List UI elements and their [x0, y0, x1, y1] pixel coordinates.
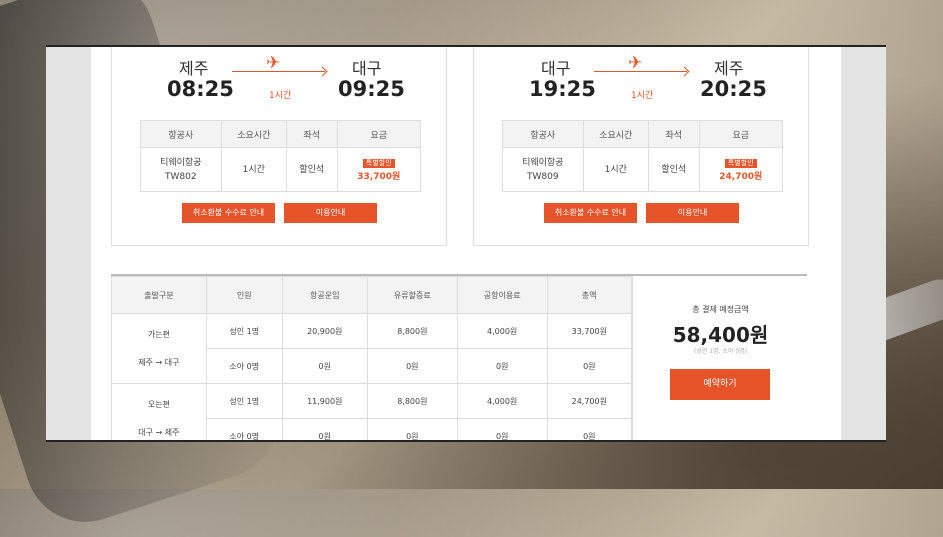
airplane-icon: ✈	[266, 53, 281, 73]
col-direction: 출발구분	[111, 276, 207, 314]
fare-breakdown-table: 출발구분 인원 항공운임 유류할증료 공항이용료 총액 가는편 제주 → 대구 …	[111, 276, 633, 440]
col-airline: 항공사	[502, 120, 584, 148]
base-fare-cell: 0원	[281, 418, 368, 440]
passenger-cell: 소아 0명	[205, 348, 283, 384]
table-row: 가는편 제주 → 대구 성인 1명 20,900원 8,800원 4,000원 …	[111, 313, 633, 384]
fare-cell: 특별할인 33,700원	[336, 147, 422, 192]
duration-cell: 1시간	[582, 147, 650, 192]
passenger-cell: 소아 0명	[205, 418, 283, 440]
col-duration: 소요시간	[582, 120, 650, 148]
fare-summary: 출발구분 인원 항공운임 유류할증료 공항이용료 총액 가는편 제주 → 대구 …	[111, 274, 808, 440]
usage-guide-button[interactable]: 이용안내	[284, 203, 377, 223]
total-cell: 0원	[546, 418, 633, 440]
airplane-icon: ✈	[628, 53, 643, 73]
duration-cell: 1시간	[220, 147, 288, 192]
inbound-from-city: 대구	[541, 59, 571, 78]
col-airport-fee: 공항이용료	[456, 276, 548, 314]
inbound-arrive-time: 20:25	[700, 77, 767, 101]
inbound-to-city: 제주	[714, 59, 744, 78]
total-cell: 0원	[546, 348, 633, 384]
special-discount-badge: 특별할인	[724, 158, 757, 168]
book-button[interactable]: 예약하기	[670, 369, 770, 400]
col-fare: 요금	[698, 120, 784, 148]
airport-fee-cell: 0원	[456, 418, 548, 440]
col-fare: 요금	[336, 120, 422, 148]
fuel-cell: 0원	[366, 348, 458, 384]
airline-name: 티웨이항공	[160, 157, 202, 168]
total-label: 총 결제 예정금액	[692, 305, 749, 314]
outbound-depart-time: 08:25	[167, 77, 234, 101]
seat-cell: 할인석	[286, 147, 338, 192]
fuel-cell: 8,800원	[366, 383, 458, 419]
inbound-route: 대구 → 제주	[138, 427, 180, 437]
table-row: 오는편 대구 → 제주 성인 1명 11,900원 8,800원 4,000원 …	[111, 383, 633, 440]
airport-fee-cell: 4,000원	[456, 383, 548, 419]
fare-price: 24,700원	[719, 171, 763, 182]
passenger-cell: 성인 1명	[205, 383, 283, 419]
fare-price: 33,700원	[357, 171, 401, 182]
inbound-flight-card: 대구 19:25 ✈ 1시간 제주 20:25 항공사 소요시간 좌석 요금 티…	[473, 47, 809, 246]
outbound-arrive-time: 09:25	[338, 77, 405, 101]
inbound-label: 오는편	[147, 399, 170, 409]
col-total: 총액	[546, 276, 633, 314]
fuel-cell: 8,800원	[366, 313, 458, 349]
table-row: 티웨이항공 TW802 1시간 할인석 특별할인 33,700원	[140, 147, 422, 192]
refund-fee-button[interactable]: 취소환불 수수료 안내	[182, 203, 275, 223]
col-passengers: 인원	[205, 276, 283, 314]
col-seat: 좌석	[648, 120, 700, 148]
outbound-flight-card: 제주 08:25 ✈ 1시간 대구 09:25 항공사 소요시간 좌석 요금 티…	[111, 47, 447, 246]
table-row: 티웨이항공 TW809 1시간 할인석 특별할인 24,700원	[502, 147, 784, 192]
outbound-route: 제주 → 대구	[138, 357, 180, 367]
passenger-summary: (성인 1명, 소아 0명)	[693, 348, 748, 355]
refund-fee-button[interactable]: 취소환불 수수료 안내	[544, 203, 637, 223]
outbound-to-city: 대구	[352, 59, 382, 78]
total-amount: 58,400원	[672, 323, 769, 347]
col-seat: 좌석	[286, 120, 338, 148]
booking-sheet: 제주 08:25 ✈ 1시간 대구 09:25 항공사 소요시간 좌석 요금 티…	[46, 45, 886, 442]
outbound-from-city: 제주	[179, 59, 209, 78]
airport-fee-cell: 4,000원	[456, 313, 548, 349]
flight-number: TW809	[526, 171, 559, 182]
route-arrow	[594, 71, 687, 72]
base-fare-cell: 0원	[281, 348, 368, 384]
col-base-fare: 항공운임	[281, 276, 368, 314]
outbound-direction-cell: 가는편 제주 → 대구	[111, 313, 207, 384]
passenger-cell: 성인 1명	[205, 313, 283, 349]
col-fuel-surcharge: 유류할증료	[366, 276, 458, 314]
outbound-label: 가는편	[147, 329, 170, 339]
total-payment-panel: 총 결제 예정금액 58,400원 (성인 1명, 소아 0명) 예약하기	[632, 276, 808, 440]
base-fare-cell: 20,900원	[281, 313, 368, 349]
booking-content: 제주 08:25 ✈ 1시간 대구 09:25 항공사 소요시간 좌석 요금 티…	[91, 47, 841, 440]
inbound-depart-time: 19:25	[529, 77, 596, 101]
fuel-cell: 0원	[366, 418, 458, 440]
col-airline: 항공사	[140, 120, 222, 148]
total-cell: 24,700원	[546, 383, 633, 419]
total-cell: 33,700원	[546, 313, 633, 349]
flight-number: TW802	[164, 171, 197, 182]
inbound-flight-table: 항공사 소요시간 좌석 요금 티웨이항공 TW809 1시간 할인석 특별할인 …	[502, 120, 784, 192]
route-arrow	[232, 71, 325, 72]
base-fare-cell: 11,900원	[281, 383, 368, 419]
airline-name: 티웨이항공	[522, 157, 564, 168]
seat-cell: 할인석	[648, 147, 700, 192]
airline-cell: 티웨이항공 TW809	[502, 147, 584, 192]
inbound-direction-cell: 오는편 대구 → 제주	[111, 383, 207, 440]
usage-guide-button[interactable]: 이용안내	[646, 203, 739, 223]
airport-fee-cell: 0원	[456, 348, 548, 384]
outbound-duration: 1시간	[269, 91, 292, 101]
special-discount-badge: 특별할인	[362, 158, 395, 168]
outbound-flight-table: 항공사 소요시간 좌석 요금 티웨이항공 TW802 1시간 할인석 특별할인 …	[140, 120, 422, 192]
col-duration: 소요시간	[220, 120, 288, 148]
fare-cell: 특별할인 24,700원	[698, 147, 784, 192]
inbound-duration: 1시간	[631, 91, 654, 101]
airline-cell: 티웨이항공 TW802	[140, 147, 222, 192]
